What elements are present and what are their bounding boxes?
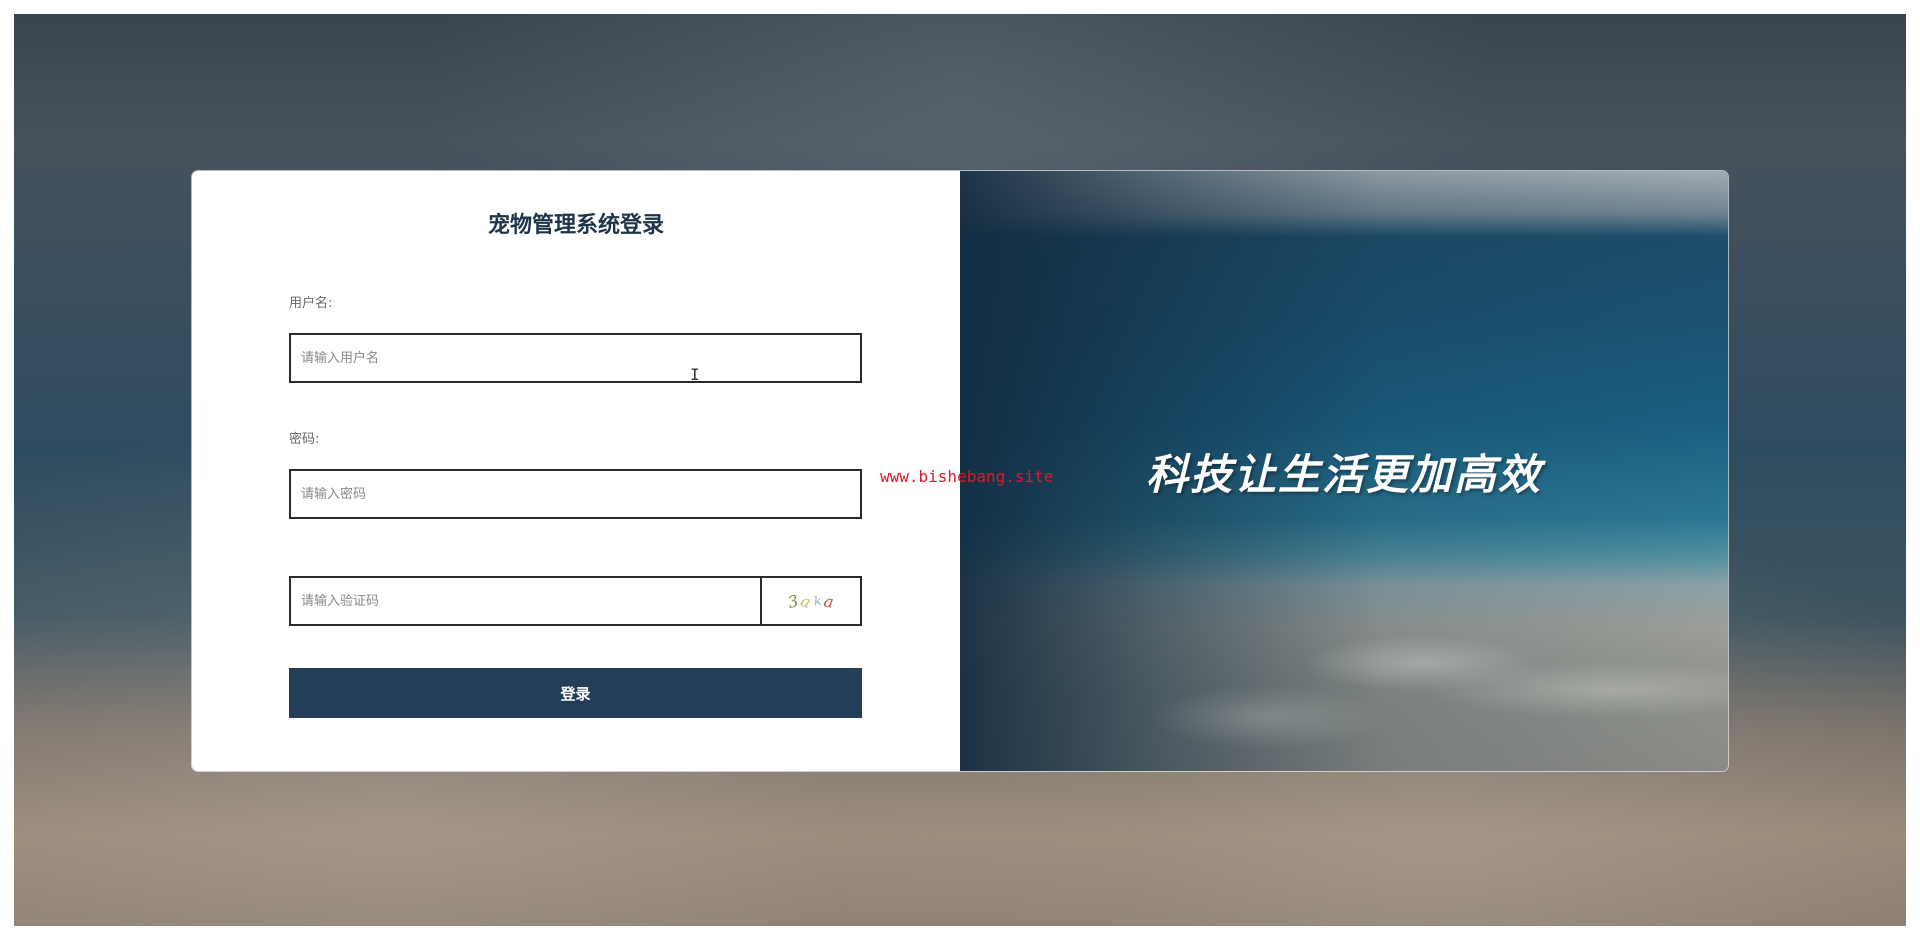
login-title: 宠物管理系统登录 [487, 213, 664, 238]
login-form-panel: 宠物管理系统登录 用户名: 密码: 3 a k a 登录 [192, 171, 960, 771]
captcha-input[interactable] [289, 576, 761, 626]
watermark-text: www.bishebang.site [880, 467, 1054, 486]
captcha-char: k [813, 593, 823, 609]
captcha-row: 3 a k a [289, 576, 862, 626]
captcha-image[interactable]: 3 a k a [761, 576, 862, 626]
banner-panel: 科技让生活更加高效 [960, 171, 1728, 771]
banner-slogan: 科技让生活更加高效 [1145, 450, 1542, 499]
username-label: 用户名: [289, 296, 333, 311]
captcha-char: a [822, 590, 836, 612]
password-label: 密码: [289, 432, 320, 447]
captcha-char: a [798, 590, 814, 612]
password-input[interactable] [289, 469, 862, 519]
text-cursor-icon: Ι [690, 365, 700, 384]
username-input[interactable] [289, 333, 862, 383]
login-button[interactable]: 登录 [289, 668, 862, 718]
